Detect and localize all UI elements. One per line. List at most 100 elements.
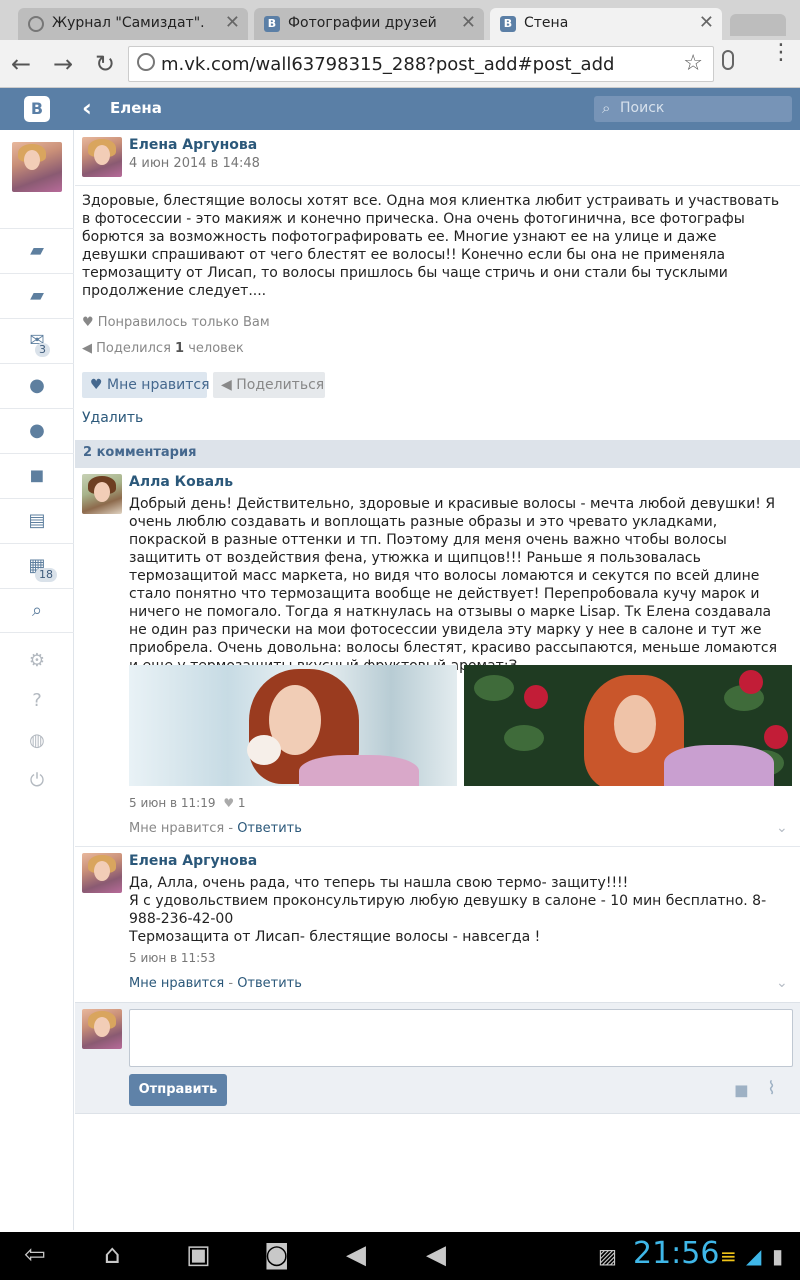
sidebar-item-replies[interactable]: ▰: [0, 273, 74, 318]
comment-text: Добрый день! Действительно, здоровые и к…: [129, 496, 777, 674]
chevron-down-icon[interactable]: ⌄: [776, 975, 788, 991]
camera-icon: ◼: [29, 465, 45, 486]
tab-label: Журнал "Самиздат".: [52, 15, 205, 31]
gear-icon[interactable]: ⚙: [27, 650, 47, 671]
tab-label: Стена: [524, 15, 569, 31]
shares-summary: ◀ Поделился 1 человек: [82, 341, 244, 356]
signal-icon: ◢: [746, 1244, 762, 1268]
menu-icon[interactable]: ⋮: [770, 42, 792, 64]
back-icon[interactable]: ⇦: [24, 1240, 46, 1270]
comment-author-name[interactable]: Елена Аргунова: [129, 853, 257, 869]
sidebar-item-news[interactable]: ▰: [0, 228, 74, 273]
share-button-label: Поделиться: [236, 377, 325, 393]
chevron-down-icon[interactable]: ⌄: [776, 820, 788, 836]
forward-arrow-icon[interactable]: →: [48, 50, 78, 78]
comment-actions: Мне нравится - Ответить: [129, 821, 302, 836]
close-icon[interactable]: ✕: [461, 12, 476, 33]
camera-icon[interactable]: ◼: [734, 1080, 749, 1101]
help-icon[interactable]: ?: [27, 690, 47, 711]
tab-label: Фотографии друзей: [288, 15, 437, 31]
comments-count: 2 комментария: [83, 445, 197, 460]
url-text: m.vk.com/wall63798315_288?post_add#post_…: [161, 54, 615, 75]
avatar[interactable]: [12, 142, 62, 192]
comment-text: Да, Алла, очень рада, что теперь ты нашл…: [129, 875, 767, 945]
clock: 21:56: [633, 1236, 720, 1271]
close-icon[interactable]: ✕: [699, 12, 714, 33]
comment-date: 5 июн в 11:19 ♥ 1: [129, 796, 246, 810]
reply-link[interactable]: Ответить: [237, 976, 302, 991]
post-author-name[interactable]: Елена Аргунова: [129, 137, 257, 153]
page-title: Елена: [110, 99, 162, 117]
megaphone-icon: ◀: [221, 377, 232, 393]
close-icon[interactable]: ✕: [225, 12, 240, 33]
comment-photo[interactable]: [129, 665, 457, 786]
back-chevron-icon[interactable]: ‹: [82, 94, 92, 122]
sidebar-item-friends[interactable]: ●: [0, 363, 74, 408]
star-icon[interactable]: ☆: [683, 51, 703, 76]
post-text: Здоровые, блестящие волосы хотят все. Од…: [82, 193, 780, 299]
sidebar-item-photos[interactable]: ◼: [0, 453, 74, 498]
comment-input[interactable]: [129, 1009, 793, 1067]
comment-author-name[interactable]: Алла Коваль: [129, 474, 233, 490]
comment-date[interactable]: 5 июн в 11:53: [129, 951, 215, 965]
search-input[interactable]: ⌕ Поиск: [594, 96, 792, 122]
person-icon: ●: [29, 375, 45, 396]
volume-up-icon[interactable]: ◀: [426, 1240, 446, 1270]
recent-apps-icon[interactable]: ▣: [186, 1240, 211, 1270]
reload-icon[interactable]: ↻: [90, 50, 120, 78]
sidebar-item-search[interactable]: ⌕: [0, 588, 74, 633]
action-separator: -: [224, 821, 238, 836]
power-icon[interactable]: ⏻: [27, 770, 47, 791]
shares-count: 1: [175, 341, 185, 356]
sidebar-item-messages[interactable]: ✉ 3: [0, 318, 74, 363]
comments-header: 2 комментария: [75, 440, 800, 468]
vk-header: В ‹ Елена ⌕ Поиск: [0, 88, 800, 130]
events-badge: 18: [35, 568, 57, 582]
tab-samizdat[interactable]: Журнал "Самиздат". ✕: [18, 8, 248, 40]
comment-author-avatar[interactable]: [82, 474, 122, 514]
browser-tab-bar: Журнал "Самиздат". ✕ В Фотографии друзей…: [0, 0, 800, 40]
composer-avatar: [82, 1009, 122, 1049]
comment-like-link[interactable]: Мне нравится: [129, 821, 224, 836]
search-icon: ⌕: [602, 99, 611, 117]
volume-down-icon[interactable]: ◀: [346, 1240, 366, 1270]
microphone-icon[interactable]: [722, 50, 734, 70]
globe-icon[interactable]: ◍: [27, 730, 47, 751]
vk-icon: В: [264, 16, 280, 32]
heart-icon: ♥: [90, 377, 103, 393]
reply-link[interactable]: Ответить: [237, 821, 302, 836]
url-input[interactable]: m.vk.com/wall63798315_288?post_add#post_…: [128, 46, 714, 82]
delete-link[interactable]: Удалить: [82, 410, 143, 426]
send-button[interactable]: Отправить: [129, 1074, 227, 1106]
action-separator: -: [224, 976, 238, 991]
speech-bubble-icon: ▰: [30, 240, 44, 261]
comment-date-text[interactable]: 5 июн в 11:19: [129, 796, 215, 810]
sidebar-item-groups[interactable]: ●: [0, 408, 74, 453]
paperclip-icon[interactable]: ⌇: [767, 1078, 776, 1099]
comment-like-link[interactable]: Мне нравится: [129, 976, 224, 991]
comment-photo[interactable]: [464, 665, 792, 786]
comment-author-avatar[interactable]: [82, 853, 122, 893]
post-date[interactable]: 4 июн 2014 в 14:48: [129, 156, 260, 171]
share-button[interactable]: ◀ Поделиться: [213, 372, 325, 398]
camera-icon[interactable]: ◙: [264, 1240, 289, 1270]
sidebar-item-videos[interactable]: ▤: [0, 498, 74, 543]
gallery-icon: ▨: [598, 1244, 617, 1268]
battery-icon: ▮: [772, 1244, 784, 1268]
sidebar-item-events[interactable]: ▦ 18: [0, 543, 74, 588]
search-icon: ⌕: [31, 600, 43, 621]
home-icon[interactable]: ⌂: [104, 1240, 121, 1270]
new-tab-button[interactable]: [730, 14, 786, 36]
likes-summary: ♥ Понравилось только Вам: [82, 315, 270, 330]
shares-prefix: Поделился: [96, 341, 171, 356]
tab-wall[interactable]: В Стена ✕: [490, 8, 722, 40]
sidebar: ▰ ▰ ✉ 3 ● ● ◼ ▤ ▦ 18 ⌕ ⚙ ? ◍ ⏻: [0, 130, 74, 1230]
tab-friends-photos[interactable]: В Фотографии друзей ✕: [254, 8, 484, 40]
comment-actions: Мне нравится - Ответить: [129, 976, 302, 991]
like-button[interactable]: ♥ Мне нравится: [82, 372, 210, 398]
vk-logo[interactable]: В: [24, 96, 50, 122]
back-arrow-icon[interactable]: ←: [6, 50, 36, 78]
post-author-avatar[interactable]: [82, 137, 122, 177]
globe-icon: [137, 53, 155, 71]
heart-icon[interactable]: ♥: [223, 796, 234, 810]
